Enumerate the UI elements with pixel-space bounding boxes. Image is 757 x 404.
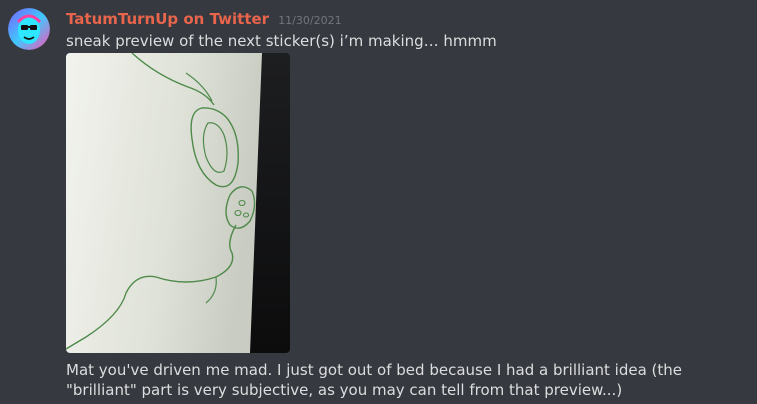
message-header: TatumTurnUp on Twitter 11/30/2021: [66, 9, 342, 28]
avatar-icon: [8, 8, 50, 50]
author-name[interactable]: TatumTurnUp on Twitter: [66, 10, 269, 28]
message-timestamp: 11/30/2021: [278, 14, 342, 27]
image-attachment[interactable]: [66, 53, 290, 353]
avatar[interactable]: [8, 8, 50, 50]
message-text: sneak preview of the next sticker(s) i’m…: [66, 32, 497, 50]
chat-message: TatumTurnUp on Twitter 11/30/2021 sneak …: [0, 0, 757, 404]
sticker-preview-image: [66, 53, 290, 353]
message-caption: Mat you've driven me mad. I just got out…: [66, 361, 683, 399]
